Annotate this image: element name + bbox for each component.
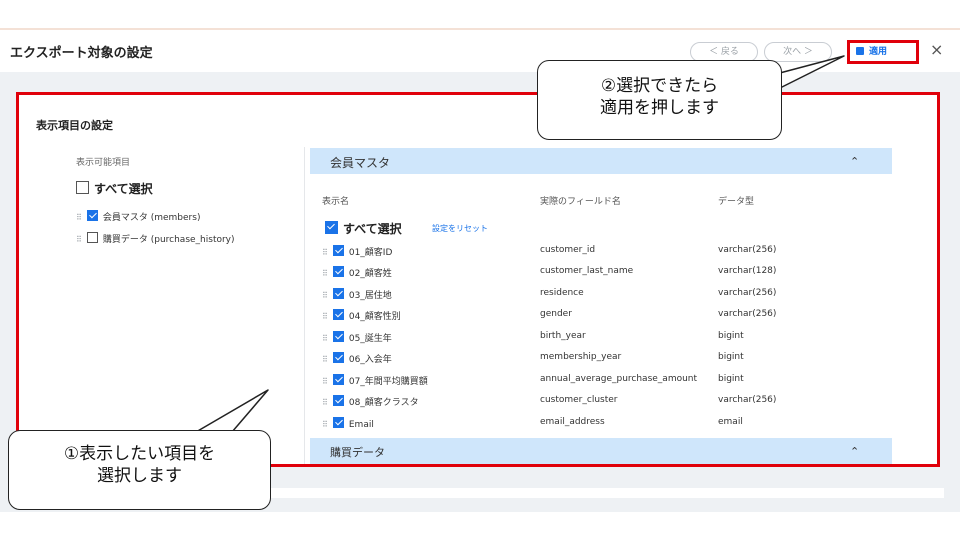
dialog-title: エクスポート対象の設定 xyxy=(10,46,153,61)
select-callout-line1: ①表示したい項目を xyxy=(63,444,216,464)
apply-callout-line2: 適用を押します xyxy=(600,98,719,118)
select-callout-line2: 選択します xyxy=(97,466,182,486)
next-button[interactable]: 次へ ＞ xyxy=(764,42,832,62)
close-icon[interactable]: × xyxy=(930,40,943,59)
apply-label: 適用 xyxy=(869,47,888,57)
save-icon xyxy=(856,47,864,55)
apply-button[interactable]: 適用 xyxy=(852,44,914,60)
back-button[interactable]: ＜ 戻る xyxy=(690,42,758,62)
select-callout: ①表示したい項目を 選択します xyxy=(8,430,271,510)
apply-callout: ②選択できたら 適用を押します xyxy=(537,60,782,140)
settings-highlight-frame xyxy=(16,92,940,467)
top-divider xyxy=(0,28,960,30)
apply-callout-line1: ②選択できたら xyxy=(600,76,719,96)
